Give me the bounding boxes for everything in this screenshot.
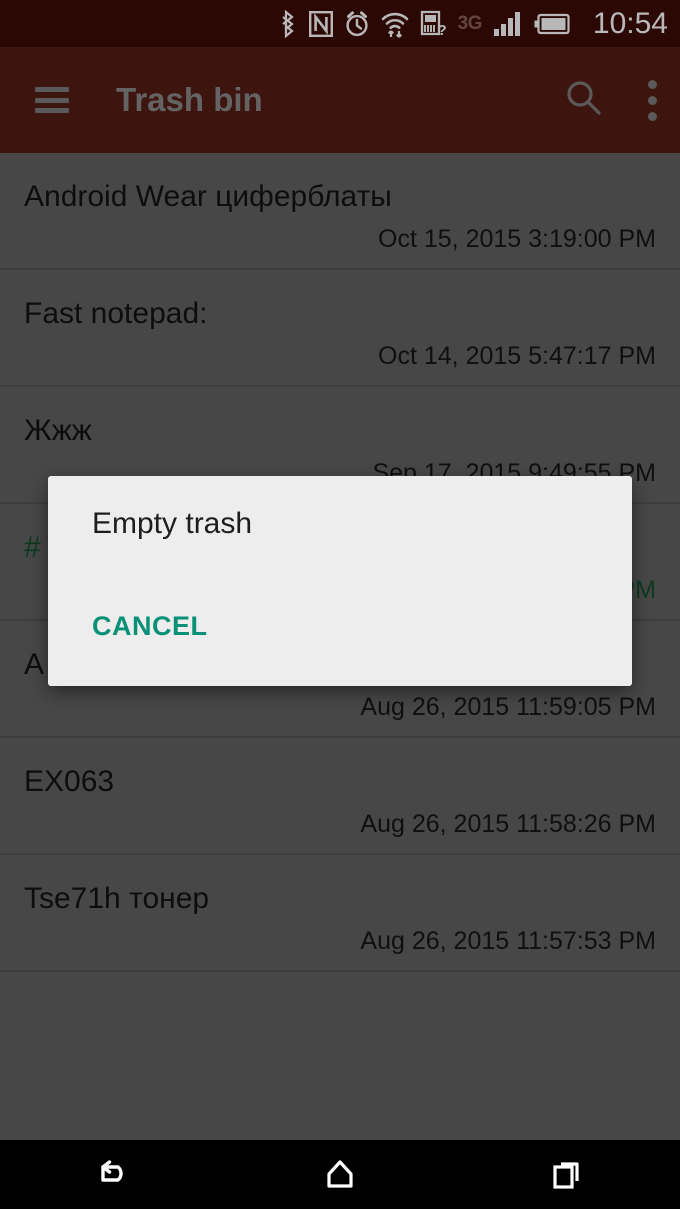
list-item-title: EX063 xyxy=(24,765,115,798)
hamburger-bar xyxy=(35,97,69,103)
nav-home-button[interactable] xyxy=(227,1140,454,1209)
network-type-label: 3G xyxy=(457,13,483,34)
list-item[interactable]: Tse71h тонер Aug 26, 2015 11:57:53 PM xyxy=(0,855,680,972)
app-toolbar: Trash bin xyxy=(0,47,680,153)
list-item-title: Fast notepad: xyxy=(24,297,208,330)
battery-icon xyxy=(534,13,570,35)
list-item-title: Android Wear циферблаты xyxy=(24,180,392,213)
hamburger-icon[interactable] xyxy=(35,87,69,113)
android-navigation-bar xyxy=(0,1140,680,1209)
list-item[interactable]: Fast notepad: Oct 14, 2015 5:47:17 PM xyxy=(0,270,680,387)
svg-text:?: ? xyxy=(437,22,446,38)
bluetooth-icon xyxy=(278,9,298,38)
list-item-date: Aug 26, 2015 11:59:05 PM xyxy=(360,693,656,721)
device-screen: ? 3G 10:54 Trash bin Android Wear циферб… xyxy=(0,0,680,1209)
empty-trash-dialog: Empty trash CANCEL xyxy=(48,476,632,686)
list-empty-space xyxy=(0,972,680,1141)
search-icon[interactable] xyxy=(562,77,604,124)
list-item[interactable]: EX063 Aug 26, 2015 11:58:26 PM xyxy=(0,738,680,855)
list-item-title: A xyxy=(24,648,45,681)
hamburger-bar xyxy=(35,87,69,92)
alarm-icon xyxy=(344,10,370,38)
list-item-date: Aug 26, 2015 11:58:26 PM xyxy=(360,810,656,838)
status-bar: ? 3G 10:54 xyxy=(0,0,680,47)
nav-recents-button[interactable] xyxy=(453,1140,680,1209)
sd-card-unknown-icon: ? xyxy=(420,10,447,38)
list-item-date: Oct 14, 2015 5:47:17 PM xyxy=(378,342,656,370)
nfc-icon xyxy=(308,10,333,37)
list-item-title: Tse71h тонер xyxy=(24,882,210,915)
page-title: Trash bin xyxy=(116,81,263,118)
list-item-date: Aug 26, 2015 11:57:53 PM xyxy=(360,927,656,955)
list-item-title: Жжж xyxy=(24,414,92,447)
overflow-dot xyxy=(647,79,657,89)
cancel-button[interactable]: CANCEL xyxy=(92,611,208,642)
overflow-menu-icon[interactable] xyxy=(647,79,657,121)
overflow-dot xyxy=(647,95,657,105)
overflow-dot xyxy=(647,111,657,121)
hamburger-bar xyxy=(35,108,69,113)
nav-back-button[interactable] xyxy=(0,1140,227,1209)
list-item[interactable]: Android Wear циферблаты Oct 15, 2015 3:1… xyxy=(0,153,680,270)
signal-icon xyxy=(493,11,523,37)
wifi-icon xyxy=(381,10,409,38)
list-item-date: Oct 15, 2015 3:19:00 PM xyxy=(378,225,656,253)
list-item-title: # xyxy=(24,531,41,564)
status-bar-clock: 10:54 xyxy=(592,6,668,40)
status-bar-icons: ? 3G 10:54 xyxy=(278,6,668,40)
dialog-title: Empty trash xyxy=(92,507,253,540)
